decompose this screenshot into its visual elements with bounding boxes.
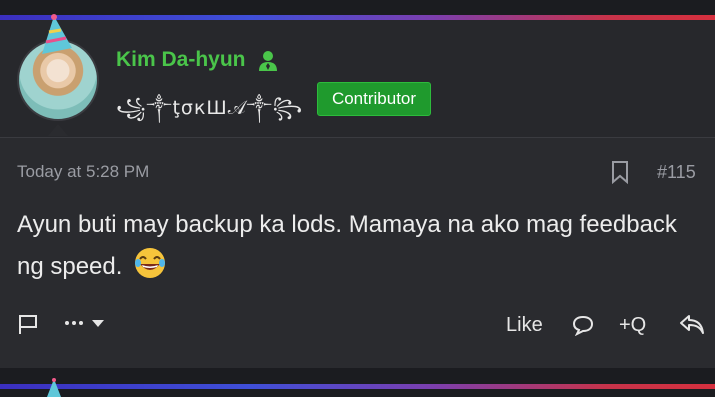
user-badge: Contributor	[317, 82, 431, 116]
user-tie-icon	[259, 51, 277, 71]
next-post-gradient-bar	[0, 384, 715, 389]
like-button[interactable]: Like	[506, 314, 543, 337]
user-title: ꧁༒ţσкШ𝒜༒꧂	[116, 97, 304, 119]
flag-icon[interactable]	[17, 313, 39, 335]
avatar-pointer	[48, 124, 68, 136]
quote-button[interactable]: +Q	[619, 314, 646, 337]
more-icon[interactable]	[64, 318, 86, 328]
comment-icon[interactable]	[571, 314, 595, 336]
bookmark-icon[interactable]	[611, 160, 629, 184]
chevron-down-icon[interactable]	[91, 318, 105, 328]
post-message-text: Ayun buti may backup ka lods. Mamaya na …	[17, 211, 677, 280]
post-header	[0, 20, 715, 138]
party-hat-icon	[47, 378, 61, 397]
laughing-emoji-icon	[135, 248, 166, 278]
post-timestamp[interactable]: Today at 5:28 PM	[17, 162, 149, 182]
post-number[interactable]: #115	[657, 162, 696, 183]
post-gap	[0, 368, 715, 384]
username[interactable]: Kim Da-hyun	[116, 48, 246, 72]
reply-icon[interactable]	[678, 312, 706, 336]
party-hat-icon	[42, 14, 72, 54]
post-message: Ayun buti may backup ka lods. Mamaya na …	[17, 204, 677, 288]
